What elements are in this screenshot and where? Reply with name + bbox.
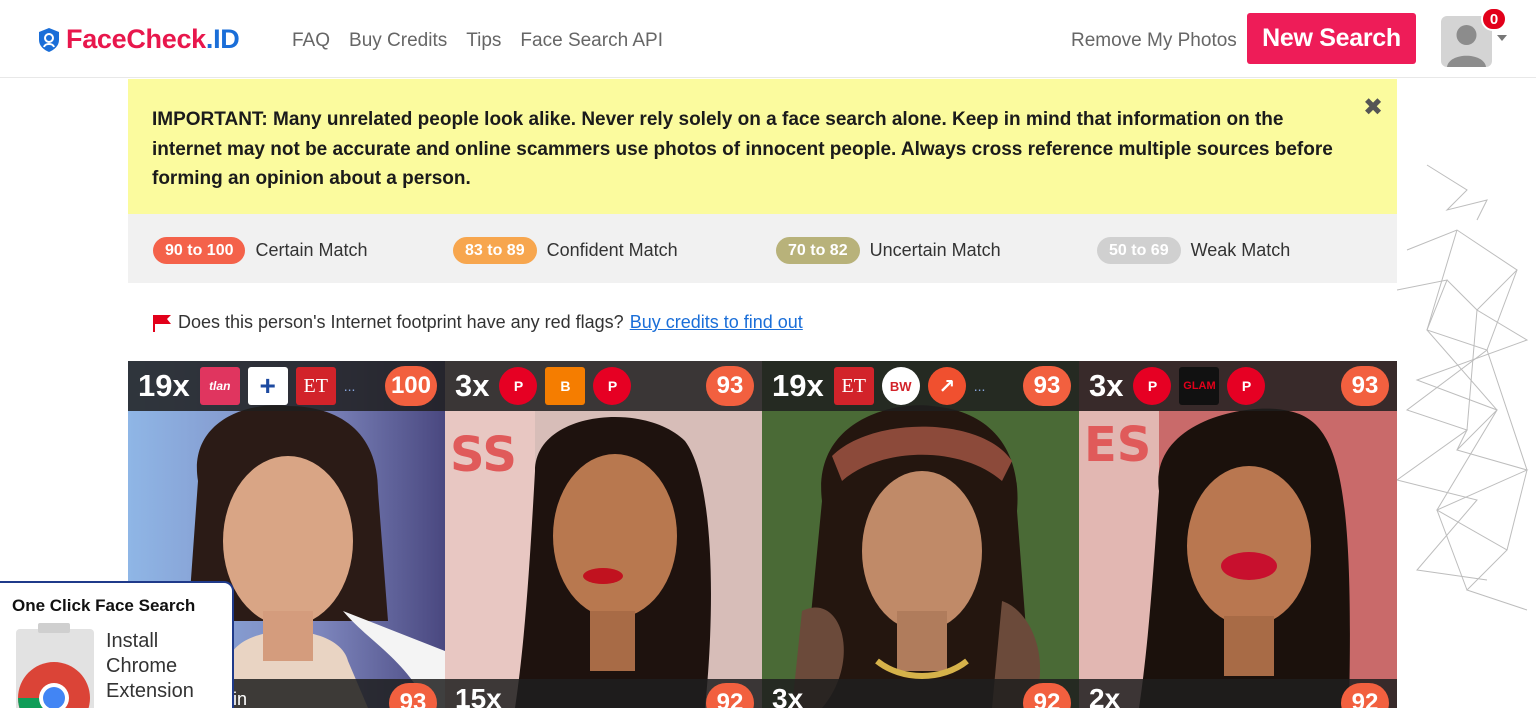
- legend-item-certain: 90 to 100 Certain Match: [153, 237, 368, 264]
- match-count: 19x: [772, 368, 824, 403]
- remove-my-photos-link[interactable]: Remove My Photos: [1071, 30, 1237, 52]
- chrome-extension-promo[interactable]: One Click Face Search Install Chrome Ext…: [0, 581, 234, 708]
- nav-item-tips[interactable]: Tips: [466, 30, 501, 52]
- close-icon[interactable]: ✖: [1363, 93, 1383, 122]
- more-sources[interactable]: ...: [974, 378, 986, 394]
- warning-text: IMPORTANT: Many unrelated people look al…: [152, 109, 1333, 189]
- match-score-badge: 100: [384, 366, 437, 406]
- legend-range-pill: 83 to 89: [453, 237, 537, 264]
- tellychakkar-icon[interactable]: tlan: [199, 367, 240, 405]
- nav-item-faq[interactable]: FAQ: [292, 30, 330, 52]
- pinterest-icon[interactable]: P: [1133, 367, 1172, 405]
- match-count: 2x: [1089, 683, 1121, 708]
- results-grid: 19x tlan + ET ... 100 .in 93 SS 3x P B P…: [128, 361, 1397, 708]
- plus-icon[interactable]: +: [247, 367, 288, 405]
- svg-text:SS: SS: [450, 427, 517, 483]
- match-score-badge: 92: [1341, 683, 1389, 708]
- result-card[interactable]: 19x ET BW ↗ ... 93 3x 92: [762, 361, 1079, 708]
- next-result-bar: 15x 92: [445, 679, 762, 708]
- flag-icon: [153, 314, 171, 332]
- match-count: 15x: [455, 683, 502, 708]
- trending-icon[interactable]: ↗: [927, 367, 966, 405]
- legend-item-weak: 50 to 69 Weak Match: [1097, 237, 1290, 264]
- legend-item-confident: 83 to 89 Confident Match: [453, 237, 678, 264]
- pinterest-icon[interactable]: P: [593, 367, 632, 405]
- legend-range-pill: 50 to 69: [1097, 237, 1181, 264]
- new-search-button[interactable]: New Search: [1247, 13, 1416, 64]
- pinterest-icon[interactable]: P: [499, 367, 538, 405]
- shield-icon: [39, 27, 59, 52]
- legend-range-pill: 70 to 82: [776, 237, 860, 264]
- nav-item-face-search-api[interactable]: Face Search API: [520, 30, 663, 52]
- legend-label: Certain Match: [255, 240, 368, 260]
- legend-label: Confident Match: [546, 240, 678, 260]
- facecheck-logo[interactable]: FaceCheck.ID: [38, 24, 240, 55]
- result-card[interactable]: ES 3x P GLAM P 93 2x 92: [1079, 361, 1397, 708]
- match-count: 19x: [138, 368, 190, 403]
- install-line: Extension: [106, 680, 194, 702]
- match-score-badge: 93: [1023, 366, 1071, 406]
- bw-icon[interactable]: BW: [881, 367, 920, 405]
- glamcheck-icon[interactable]: GLAM: [1179, 367, 1220, 405]
- et-icon[interactable]: ET: [295, 367, 336, 405]
- top-navbar: FaceCheck.ID FAQ Buy Credits Tips Face S…: [0, 0, 1536, 78]
- more-sources[interactable]: ...: [344, 378, 356, 394]
- install-extension-label[interactable]: Install Chrome Extension: [106, 629, 194, 704]
- chevron-down-icon[interactable]: [1497, 35, 1507, 41]
- et-icon[interactable]: ET: [833, 367, 874, 405]
- legend-range-pill: 90 to 100: [153, 237, 246, 264]
- match-score-badge: 93: [389, 683, 437, 708]
- red-flag-prompt: Does this person's Internet footprint ha…: [152, 312, 803, 333]
- install-line: Install: [106, 630, 159, 652]
- next-result-bar: 2x 92: [1079, 679, 1397, 708]
- match-score-badge: 93: [706, 366, 754, 406]
- legend-item-uncertain: 70 to 82 Uncertain Match: [776, 237, 1001, 264]
- face-photo: ES: [1079, 361, 1397, 708]
- background-polygon-decoration: [1397, 164, 1529, 611]
- next-result-bar: 3x 92: [762, 679, 1079, 708]
- install-line: Chrome: [106, 655, 178, 677]
- chrome-icon: [16, 623, 94, 708]
- match-count: 3x: [455, 368, 490, 403]
- result-card[interactable]: SS 3x P B P 93 15x 92: [445, 361, 762, 708]
- app-root: FaceCheck.ID FAQ Buy Credits Tips Face S…: [0, 0, 1536, 708]
- nav-links: FAQ Buy Credits Tips Face Search API: [292, 30, 663, 52]
- pinterest-icon[interactable]: P: [1227, 367, 1266, 405]
- face-photo: [762, 361, 1079, 708]
- nav-item-buy-credits[interactable]: Buy Credits: [349, 30, 447, 52]
- red-flag-question: Does this person's Internet footprint ha…: [178, 312, 624, 332]
- svg-text:ES: ES: [1084, 417, 1151, 473]
- match-count: 3x: [772, 683, 804, 708]
- face-photo: SS: [445, 361, 762, 708]
- logo-text-id: .ID: [205, 24, 240, 54]
- buy-credits-link[interactable]: Buy credits to find out: [630, 312, 803, 333]
- legend-label: Uncertain Match: [869, 240, 1001, 260]
- match-score-badge: 92: [1023, 683, 1071, 708]
- extension-title: One Click Face Search: [12, 596, 196, 615]
- match-legend: 90 to 100 Certain Match 83 to 89 Confide…: [128, 214, 1397, 283]
- match-count: 3x: [1089, 368, 1124, 403]
- match-score-badge: 92: [706, 683, 754, 708]
- blogger-icon[interactable]: B: [545, 367, 586, 405]
- important-warning-banner: IMPORTANT: Many unrelated people look al…: [128, 79, 1397, 214]
- legend-label: Weak Match: [1190, 240, 1291, 260]
- logo-text-facecheck: FaceCheck: [66, 24, 206, 54]
- notification-badge: 0: [1481, 7, 1507, 31]
- match-score-badge: 93: [1341, 366, 1389, 406]
- logo-text: FaceCheck.ID: [66, 24, 240, 55]
